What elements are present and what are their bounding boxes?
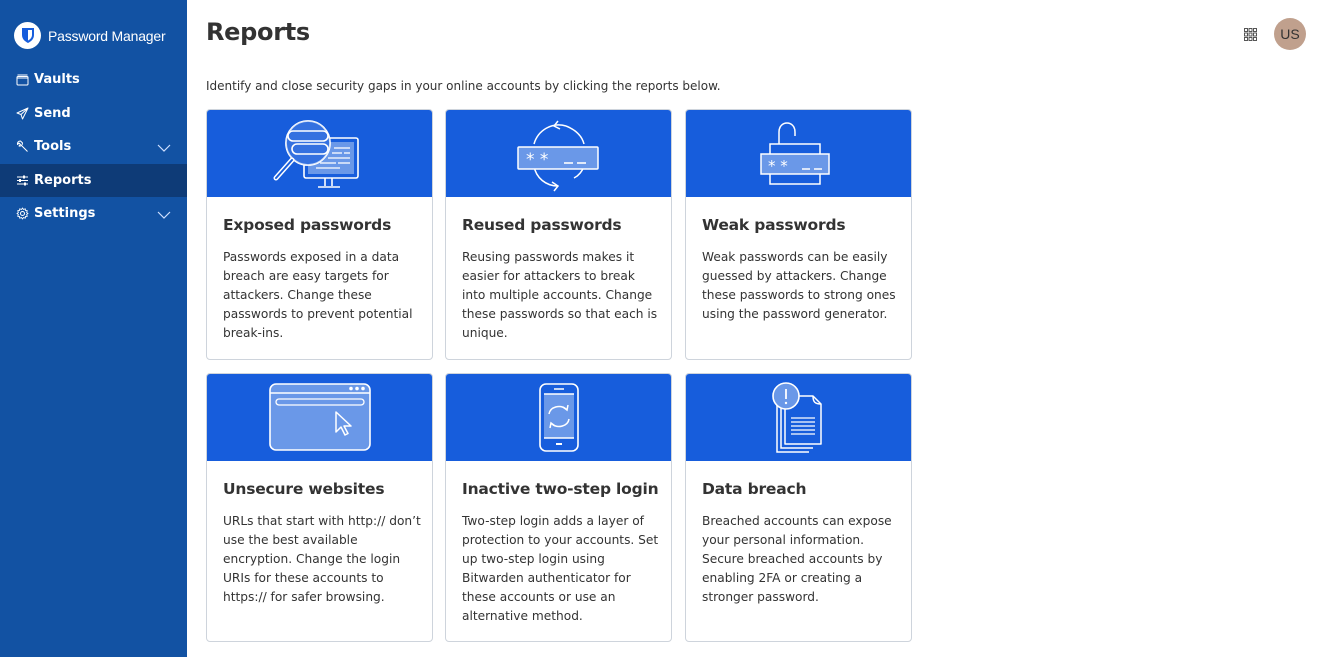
unlocked-padlock-icon: * * bbox=[759, 121, 830, 185]
product-switcher-icon[interactable] bbox=[1244, 26, 1257, 45]
recycle-password-icon: * * bbox=[516, 120, 599, 191]
card-title: Unsecure websites bbox=[223, 480, 385, 498]
app-title: Password Manager bbox=[48, 27, 166, 44]
card-description: Breached accounts can expose your person… bbox=[702, 514, 892, 604]
card-banner bbox=[446, 374, 671, 461]
sidebar-item-label: Settings bbox=[34, 206, 96, 222]
card-banner bbox=[686, 374, 911, 461]
vault-icon bbox=[15, 73, 29, 87]
app-logo[interactable]: Password Manager bbox=[14, 22, 166, 49]
sidebar-item-label: Send bbox=[34, 105, 71, 121]
gear-icon bbox=[15, 207, 29, 221]
card-banner bbox=[207, 374, 432, 461]
phone-sync-icon bbox=[538, 382, 579, 452]
magnifier-monitor-icon bbox=[273, 119, 359, 188]
browser-cursor-icon bbox=[268, 382, 371, 451]
card-description: Reusing passwords makes it easier for at… bbox=[462, 250, 658, 340]
sidebar: Password Manager Vaults Send Tools Repor… bbox=[0, 0, 187, 657]
report-card-inactive-two-step-login[interactable]: Inactive two-step login Two-step login a… bbox=[445, 373, 672, 642]
page-intro: Identify and close security gaps in your… bbox=[206, 79, 721, 93]
sidebar-item-label: Reports bbox=[34, 172, 92, 188]
sidebar-nav: Vaults Send Tools Reports Settings bbox=[0, 63, 187, 231]
sidebar-item-label: Tools bbox=[34, 139, 72, 155]
sidebar-item-settings[interactable]: Settings bbox=[0, 197, 187, 231]
card-title: Data breach bbox=[702, 480, 807, 498]
card-description: Two-step login adds a layer of protectio… bbox=[462, 514, 659, 623]
sliders-icon bbox=[15, 173, 29, 187]
wrench-icon bbox=[15, 140, 29, 154]
user-avatar[interactable]: US bbox=[1274, 18, 1306, 50]
card-banner: * * bbox=[686, 110, 911, 197]
card-description: Passwords exposed in a data breach are e… bbox=[223, 250, 413, 340]
report-card-weak-passwords[interactable]: * * Weak passwords Weak passwords can be… bbox=[685, 109, 912, 360]
report-card-data-breach[interactable]: Data breach Breached accounts can expose… bbox=[685, 373, 912, 642]
main-content: Reports US Identify and close security g… bbox=[187, 0, 1329, 657]
documents-alert-icon bbox=[771, 381, 822, 453]
sidebar-item-vaults[interactable]: Vaults bbox=[0, 63, 187, 97]
report-card-reused-passwords[interactable]: * * Reused passwords Reusing passwords m… bbox=[445, 109, 672, 360]
card-title: Exposed passwords bbox=[223, 216, 392, 234]
report-card-unsecure-websites[interactable]: Unsecure websites URLs that start with h… bbox=[206, 373, 433, 642]
send-icon bbox=[15, 106, 29, 120]
sidebar-item-reports[interactable]: Reports bbox=[0, 163, 187, 197]
sidebar-item-label: Vaults bbox=[34, 72, 80, 88]
card-banner: * * bbox=[446, 110, 671, 197]
report-card-exposed-passwords[interactable]: Exposed passwords Passwords exposed in a… bbox=[206, 109, 433, 360]
card-title: Inactive two-step login bbox=[462, 480, 659, 498]
card-title: Weak passwords bbox=[702, 216, 846, 234]
card-description: Weak passwords can be easily guessed by … bbox=[702, 250, 896, 321]
card-banner bbox=[207, 110, 432, 197]
chevron-down-icon[interactable] bbox=[157, 208, 171, 223]
card-title: Reused passwords bbox=[462, 216, 622, 234]
shield-logo-icon bbox=[14, 22, 41, 49]
page-title: Reports bbox=[206, 18, 310, 46]
svg-text:* *: * * bbox=[768, 157, 788, 175]
sidebar-item-send[interactable]: Send bbox=[0, 97, 187, 131]
chevron-down-icon[interactable] bbox=[157, 141, 171, 156]
card-description: URLs that start with http:// don’t use t… bbox=[223, 514, 421, 604]
sidebar-item-tools[interactable]: Tools bbox=[0, 130, 187, 164]
svg-text:* *: * * bbox=[526, 150, 548, 170]
